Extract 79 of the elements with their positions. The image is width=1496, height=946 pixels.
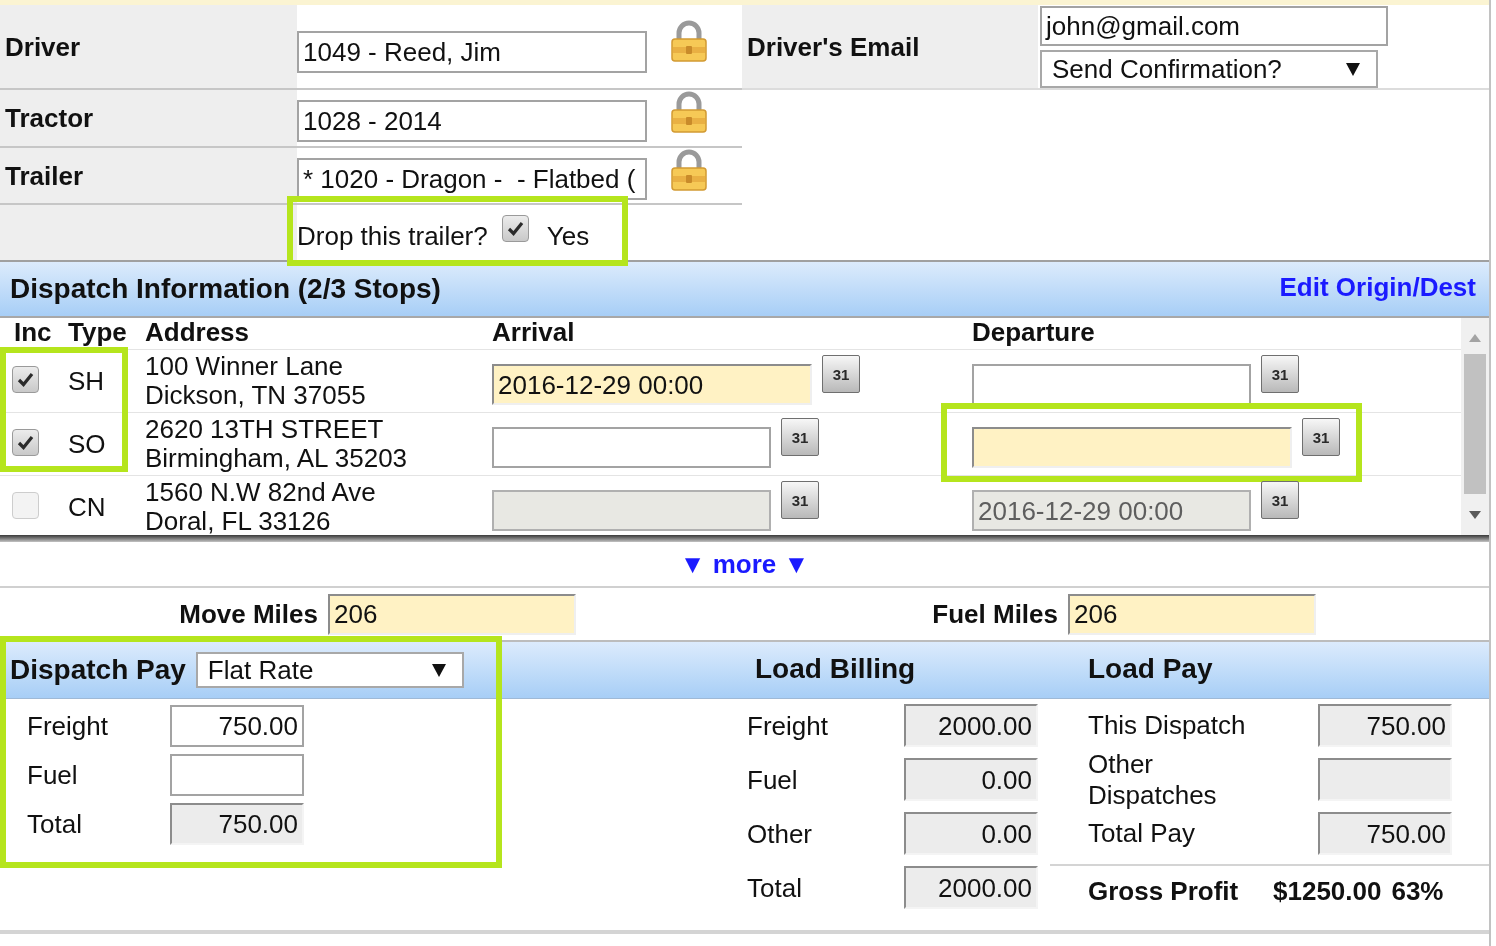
address-text: 100 Winner Lane Dickson, TN 37055	[145, 352, 366, 410]
column-header: Inc	[14, 318, 52, 347]
input-field[interactable]	[170, 754, 304, 796]
dropdown-select[interactable]: Flat Rate	[195, 652, 464, 688]
checkbox[interactable]	[12, 428, 39, 456]
input-field[interactable]: 2000.00	[904, 704, 1038, 747]
section-title: Dispatch Information (2/3 Stops)	[10, 275, 441, 303]
field-label: This Dispatch	[1088, 710, 1247, 741]
field-label: Total	[27, 811, 83, 837]
input-field[interactable]: 0.00	[904, 758, 1038, 801]
checkbox[interactable]	[12, 491, 39, 519]
calendar-button[interactable]: 31	[1302, 418, 1340, 456]
column-header: Type	[68, 318, 127, 347]
select-value: Flat Rate	[207, 657, 314, 683]
checkbox-label: Yes	[546, 222, 590, 249]
address-text: 1560 N.W 82nd Ave Doral, FL 33126	[145, 478, 376, 535]
input-field[interactable]: 750.00	[1318, 812, 1452, 855]
input-field[interactable]	[492, 427, 771, 468]
field-label: Fuel	[27, 762, 79, 788]
input-field[interactable]: 206	[1068, 593, 1316, 635]
field-label: Total	[747, 874, 803, 901]
input-field[interactable]	[972, 364, 1251, 405]
checkbox[interactable]	[12, 365, 39, 393]
select-value: Send Confirmation?	[1052, 56, 1282, 83]
input-field[interactable]	[1318, 758, 1452, 801]
scroll-up-arrow-icon[interactable]	[1469, 334, 1481, 342]
gross-profit-label: Gross Profit	[1088, 878, 1240, 904]
field-label: Driver	[5, 33, 81, 60]
field-label: Trailer	[5, 162, 84, 189]
input-field[interactable]: 0.00	[904, 812, 1038, 855]
input-field[interactable]: 750.00	[170, 803, 304, 845]
input-field[interactable]: 750.00	[1318, 704, 1452, 747]
field-label: Fuel Miles	[932, 601, 1058, 627]
section-title: Load Pay	[1088, 653, 1213, 684]
scrollbar-thumb[interactable]	[1464, 354, 1486, 494]
input-field[interactable]	[972, 427, 1292, 468]
dropdown-select[interactable]: Send Confirmation?	[1040, 50, 1378, 88]
scroll-down-arrow-icon[interactable]	[1469, 511, 1481, 519]
drop-trailer-label: Drop this trailer?	[297, 222, 488, 249]
checkmark-icon	[506, 221, 524, 236]
field-label: Other Dispatches	[1088, 748, 1218, 811]
gross-profit-percent: 63%	[1391, 878, 1444, 904]
scrollbar[interactable]	[1461, 318, 1489, 535]
caret-icon	[1346, 62, 1360, 76]
field-label: Tractor	[5, 105, 94, 131]
column-header: Arrival	[492, 318, 575, 347]
checkmark-icon	[17, 434, 34, 450]
calendar-button[interactable]: 31	[822, 355, 860, 393]
input-field[interactable]: 206	[328, 593, 576, 635]
calendar-button[interactable]: 31	[781, 418, 819, 456]
field-label: Other	[747, 820, 814, 847]
stop-type: CN	[68, 494, 106, 520]
field-label: Move Miles	[179, 601, 318, 627]
input-field[interactable]: 2016-12-29 00:00	[492, 364, 812, 405]
section-title: Load Billing	[755, 653, 916, 684]
field-label: Driver's Email	[747, 33, 920, 60]
column-header: Departure	[972, 318, 1095, 347]
input-field[interactable]: 750.00	[170, 705, 304, 747]
stop-type: SO	[68, 431, 106, 457]
address-text: 2620 13TH STREET Birmingham, AL 35203	[145, 415, 408, 473]
checkbox[interactable]	[501, 215, 529, 242]
field-label: Fuel	[747, 766, 799, 793]
column-header: Address	[145, 318, 250, 347]
caret-icon	[431, 663, 446, 677]
field-label: Total Pay	[1088, 818, 1196, 849]
input-field[interactable]: john@gmail.com	[1040, 6, 1388, 47]
checkmark-icon	[17, 371, 34, 387]
input-field[interactable]: 2000.00	[904, 866, 1038, 909]
input-field[interactable]: 1049 - Reed, Jim	[297, 31, 647, 73]
field-label: Freight	[27, 713, 109, 739]
calendar-button[interactable]: 31	[1261, 355, 1299, 393]
more-link[interactable]: ▼ more ▼	[679, 551, 810, 577]
section-title: Dispatch Pay	[10, 656, 186, 684]
gross-profit-amount: $1250.00	[1273, 878, 1382, 904]
edit-origin-dest-link[interactable]: Edit Origin/Dest	[1279, 274, 1476, 300]
input-field[interactable]: 1028 - 2014	[297, 100, 647, 142]
field-label: Freight	[747, 712, 829, 739]
stop-type: SH	[68, 368, 105, 394]
input-field[interactable]: * 1020 - Dragon - - Flatbed (	[297, 158, 647, 200]
